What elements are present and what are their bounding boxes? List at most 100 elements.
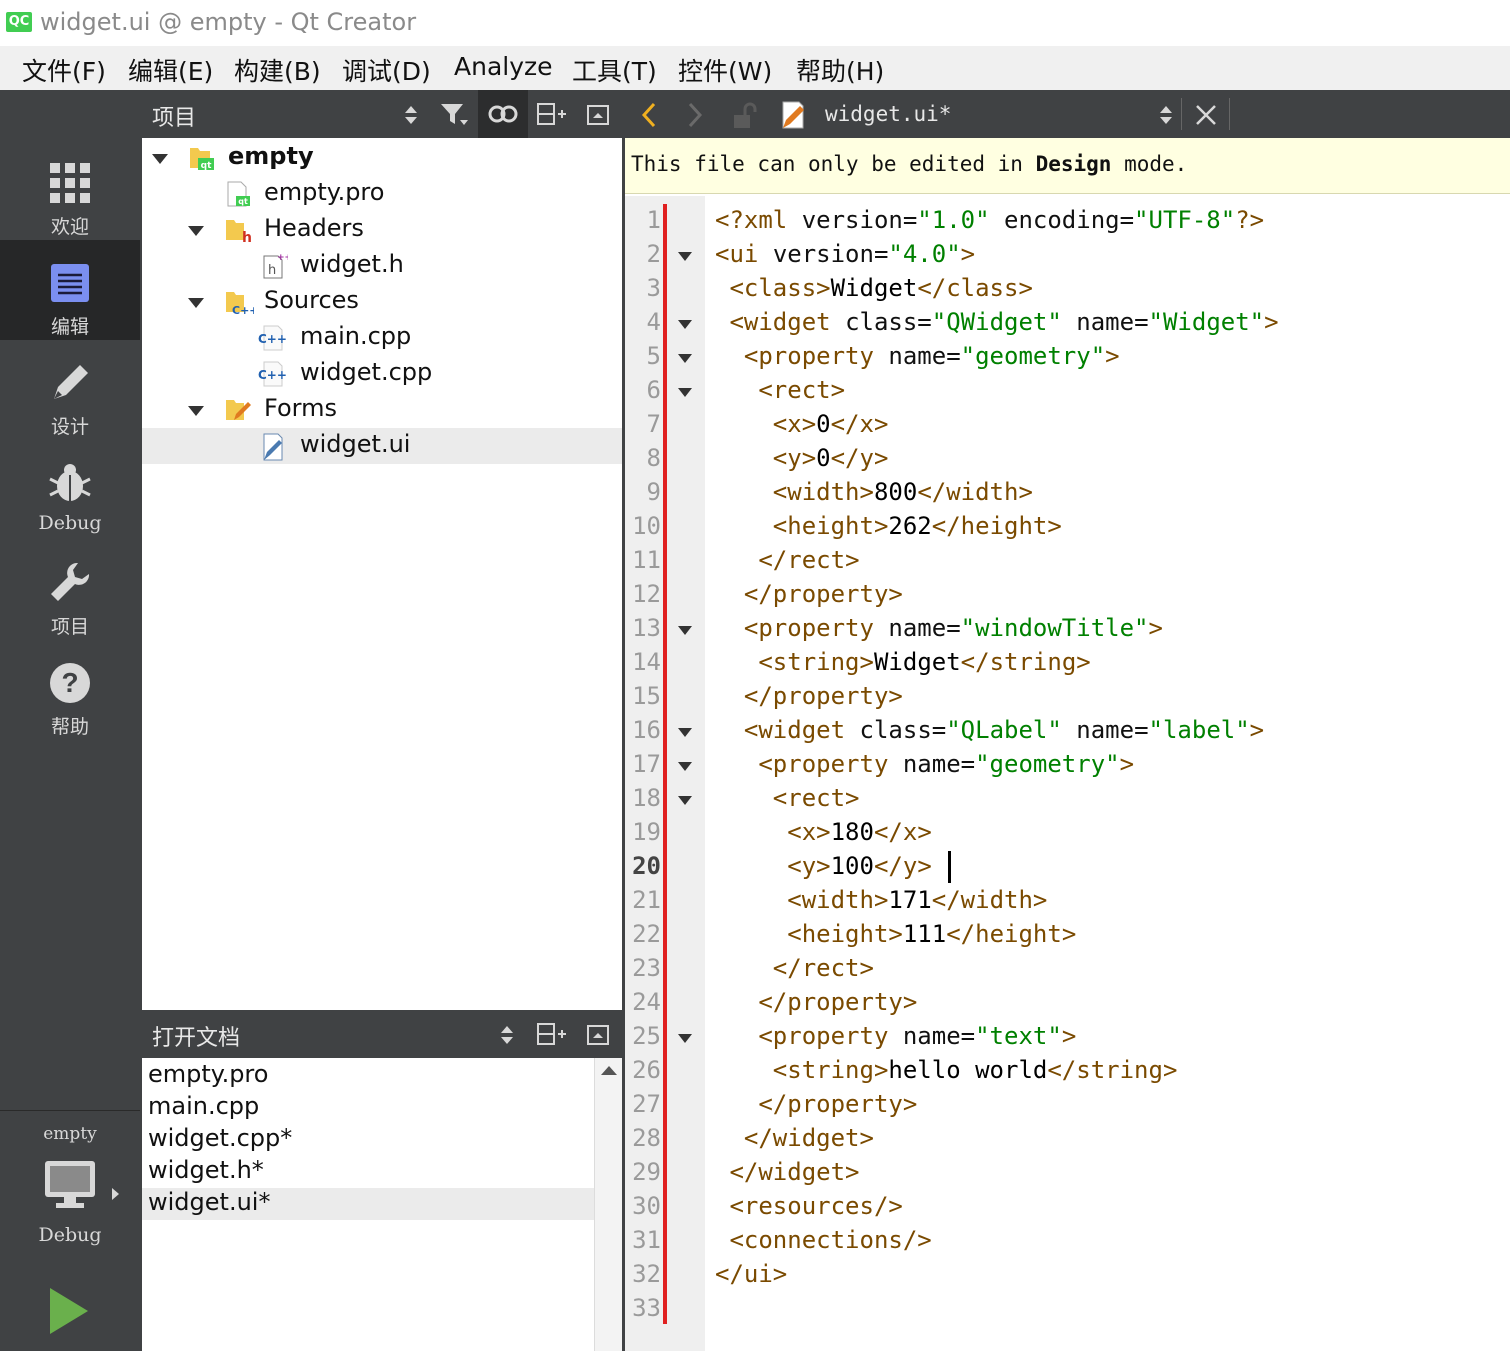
- line-number: 29: [632, 1158, 661, 1186]
- code-line[interactable]: </property>: [715, 1090, 917, 1118]
- expand-arrow-icon[interactable]: [188, 298, 204, 308]
- updown-arrows-icon[interactable]: [404, 104, 418, 130]
- mode-welcome[interactable]: 欢迎: [0, 140, 140, 240]
- scroll-up-icon[interactable]: [601, 1066, 617, 1075]
- code-line[interactable]: </rect>: [715, 954, 874, 982]
- open-documents-title[interactable]: 打开文档: [152, 1020, 240, 1052]
- fold-arrow-icon[interactable]: [678, 320, 692, 329]
- forward-icon[interactable]: [687, 102, 703, 132]
- fold-arrow-icon[interactable]: [678, 626, 692, 635]
- monitor-icon[interactable]: [44, 1160, 96, 1210]
- line-number: 31: [632, 1226, 661, 1254]
- code-line[interactable]: <height>262</height>: [715, 512, 1062, 540]
- tree-item-main-cpp[interactable]: C++ main.cpp: [142, 320, 622, 356]
- code-line[interactable]: <x>0</x>: [715, 410, 889, 438]
- menu-build[interactable]: 构建(B): [234, 52, 321, 88]
- expand-arrow-icon[interactable]: [188, 406, 204, 416]
- code-line[interactable]: </property>: [715, 682, 903, 710]
- filter-icon[interactable]: [440, 102, 470, 132]
- menu-help[interactable]: 帮助(H): [796, 52, 884, 88]
- open-document-item[interactable]: widget.h*: [142, 1156, 594, 1188]
- run-button[interactable]: [50, 1288, 88, 1334]
- menu-debug[interactable]: 调试(D): [342, 52, 431, 88]
- split-add-icon[interactable]: [536, 1022, 566, 1050]
- fold-arrow-icon[interactable]: [678, 1034, 692, 1043]
- expand-arrow-icon[interactable]: [152, 154, 168, 164]
- menu-controls[interactable]: 控件(W): [678, 52, 772, 88]
- open-document-item[interactable]: empty.pro: [142, 1060, 594, 1092]
- kit-expand-arrow-icon[interactable]: [112, 1188, 119, 1200]
- menu-analyze[interactable]: Analyze: [454, 52, 553, 81]
- editor-file-name[interactable]: widget.ui*: [825, 102, 951, 126]
- code-line[interactable]: </property>: [715, 580, 903, 608]
- code-line[interactable]: </property>: [715, 988, 917, 1016]
- code-line[interactable]: <connections/>: [715, 1226, 931, 1254]
- code-line[interactable]: <property name="geometry">: [715, 750, 1134, 778]
- code-line[interactable]: <resources/>: [715, 1192, 902, 1220]
- code-line[interactable]: <rect>: [715, 376, 845, 404]
- code-line[interactable]: <x>180</x>: [715, 818, 932, 846]
- mode-edit[interactable]: 编辑: [0, 240, 140, 340]
- code-line[interactable]: </ui>: [715, 1260, 787, 1288]
- open-documents-scrollbar[interactable]: [594, 1058, 622, 1351]
- tree-item-widget-ui[interactable]: widget.ui: [142, 428, 622, 464]
- updown-arrows-icon[interactable]: [500, 1024, 514, 1050]
- code-line[interactable]: <y>100</y>: [715, 852, 932, 880]
- code-line[interactable]: <string>Widget</string>: [715, 648, 1090, 676]
- mode-projects[interactable]: 项目: [0, 540, 140, 640]
- fold-arrow-icon[interactable]: [678, 728, 692, 737]
- code-line[interactable]: </rect>: [715, 546, 859, 574]
- menu-file[interactable]: 文件(F): [22, 52, 106, 88]
- tree-item-sources[interactable]: C++ Sources: [142, 284, 622, 320]
- close-document-icon[interactable]: [1195, 104, 1217, 130]
- tree-item-forms[interactable]: Forms: [142, 392, 622, 428]
- open-document-item[interactable]: widget.ui*: [142, 1188, 594, 1220]
- tree-item-widget-h[interactable]: h++ widget.h: [142, 248, 622, 284]
- link-with-editor-button[interactable]: [478, 90, 528, 138]
- menu-edit[interactable]: 编辑(E): [128, 52, 213, 88]
- fold-arrow-icon[interactable]: [678, 354, 692, 363]
- code-line[interactable]: <width>800</width>: [715, 478, 1033, 506]
- updown-arrows-icon[interactable]: [1159, 104, 1173, 130]
- fold-arrow-icon[interactable]: [678, 388, 692, 397]
- tree-item-widget-cpp[interactable]: C++ widget.cpp: [142, 356, 622, 392]
- code-line[interactable]: <rect>: [715, 784, 860, 812]
- code-line[interactable]: <class>Widget</class>: [715, 274, 1032, 302]
- code-line[interactable]: </widget>: [715, 1158, 859, 1186]
- mode-design[interactable]: 设计: [0, 340, 140, 440]
- code-line[interactable]: <height>111</height>: [715, 920, 1076, 948]
- code-line[interactable]: <ui version="4.0">: [715, 240, 975, 268]
- code-line[interactable]: <width>171</width>: [715, 886, 1047, 914]
- code-line[interactable]: <widget class="QWidget" name="Widget">: [715, 308, 1278, 336]
- fold-arrow-icon[interactable]: [678, 252, 692, 261]
- code-line[interactable]: <property name="text">: [715, 1022, 1076, 1050]
- tree-item-headers[interactable]: h Headers: [142, 212, 622, 248]
- code-line[interactable]: <widget class="QLabel" name="label">: [715, 716, 1264, 744]
- info-suffix: mode.: [1111, 152, 1188, 176]
- back-icon[interactable]: [641, 102, 657, 132]
- tree-item-label: Sources: [264, 286, 359, 314]
- close-pane-icon[interactable]: [586, 104, 610, 130]
- split-add-icon[interactable]: [536, 102, 566, 130]
- mode-debug[interactable]: Debug: [0, 440, 140, 540]
- code-line[interactable]: </widget>: [715, 1124, 874, 1152]
- menu-tools[interactable]: 工具(T): [572, 52, 657, 88]
- code-line[interactable]: <y>0</y>: [715, 444, 889, 472]
- line-number: 17: [632, 750, 661, 778]
- project-pane-title[interactable]: 项目: [152, 100, 196, 132]
- expand-arrow-icon[interactable]: [188, 226, 204, 236]
- fold-arrow-icon[interactable]: [678, 762, 692, 771]
- code-line[interactable]: <property name="windowTitle">: [715, 614, 1163, 642]
- code-line[interactable]: <property name="geometry">: [715, 342, 1120, 370]
- close-pane-icon[interactable]: [586, 1024, 610, 1050]
- code-line[interactable]: <string>hello world</string>: [715, 1056, 1178, 1084]
- tree-item-project[interactable]: qt empty: [142, 140, 622, 176]
- mode-help[interactable]: ? 帮助: [0, 640, 140, 740]
- code-line[interactable]: <?xml version="1.0" encoding="UTF-8"?>: [715, 206, 1264, 234]
- line-number: 13: [632, 614, 661, 642]
- open-document-item[interactable]: widget.cpp*: [142, 1124, 594, 1156]
- tree-item-pro-file[interactable]: qt empty.pro: [142, 176, 622, 212]
- lock-icon[interactable]: [731, 102, 759, 134]
- fold-arrow-icon[interactable]: [678, 796, 692, 805]
- open-document-item[interactable]: main.cpp: [142, 1092, 594, 1124]
